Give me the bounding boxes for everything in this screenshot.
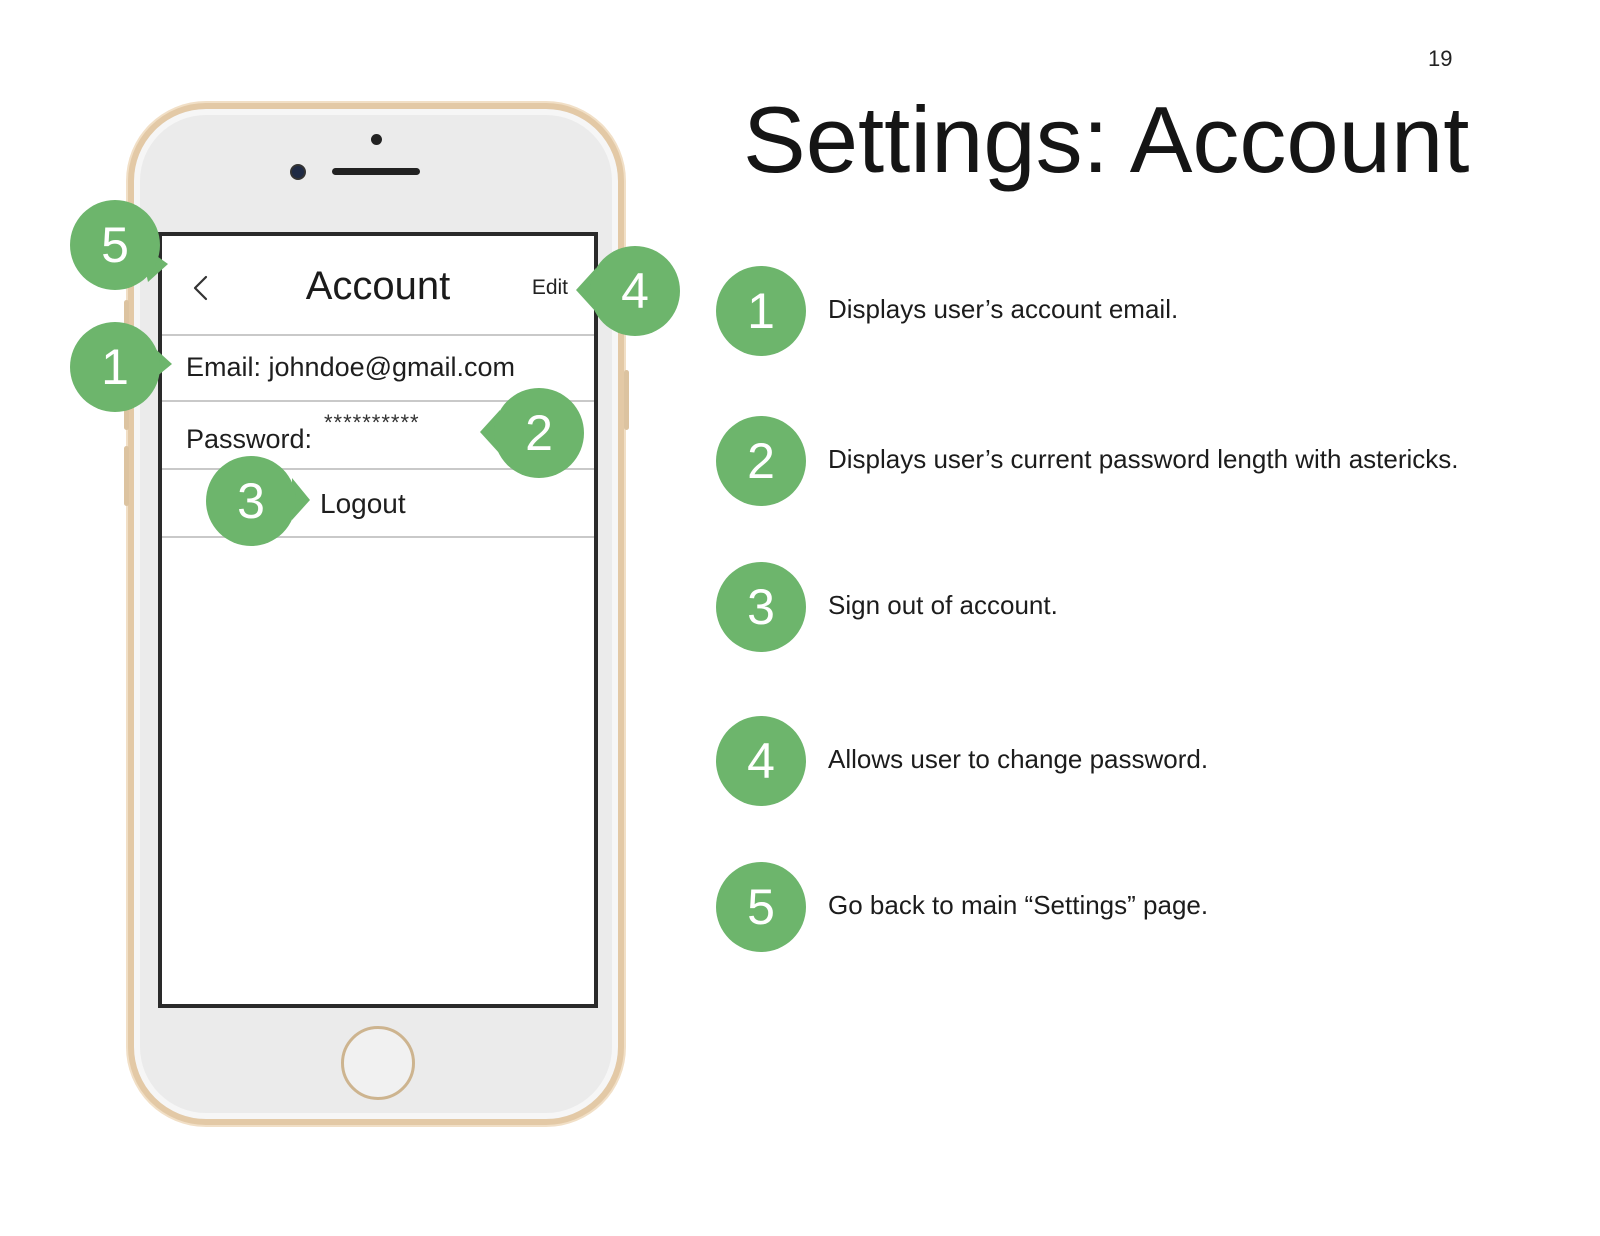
callout-4: 4 [590, 246, 680, 336]
callout-5: 5 [70, 200, 160, 290]
phone-screen: Account Edit Email: johndoe@gmail.com Pa… [158, 232, 598, 1008]
legend-text: Allows user to change password. [828, 744, 1209, 774]
legend-badge: 2 [716, 416, 806, 506]
callout-1: 1 [70, 322, 160, 412]
legend-badge: 4 [716, 716, 806, 806]
password-label: Password: [186, 424, 313, 454]
page-title: Settings: Account [743, 87, 1470, 192]
front-camera-icon [290, 164, 306, 180]
legend-text: Go back to main “Settings” page. [828, 890, 1209, 920]
phone-power-button [624, 370, 629, 430]
page-number: 19 [1428, 46, 1453, 71]
nav-title: Account [305, 264, 451, 308]
home-button[interactable] [341, 1026, 415, 1100]
earpiece-speaker [332, 168, 420, 175]
password-mask: ********** [324, 410, 420, 435]
proximity-sensor-icon [371, 134, 382, 145]
callout-3: 3 [206, 456, 296, 546]
callout-2: 2 [494, 388, 584, 478]
nav-bar: Account Edit [162, 236, 594, 336]
legend-badge: 5 [716, 862, 806, 952]
legend-text: Sign out of account. [828, 590, 1058, 620]
phone-volume-down-button [124, 446, 129, 506]
edit-button[interactable]: Edit [532, 276, 568, 300]
logout-button[interactable]: Logout [320, 488, 406, 520]
legend-badge: 3 [716, 562, 806, 652]
email-text: Email: johndoe@gmail.com [186, 352, 516, 382]
legend-text: Displays user’s current password length … [828, 444, 1459, 474]
legend-text: Displays user’s account email. [828, 294, 1179, 324]
legend-badge: 1 [716, 266, 806, 356]
